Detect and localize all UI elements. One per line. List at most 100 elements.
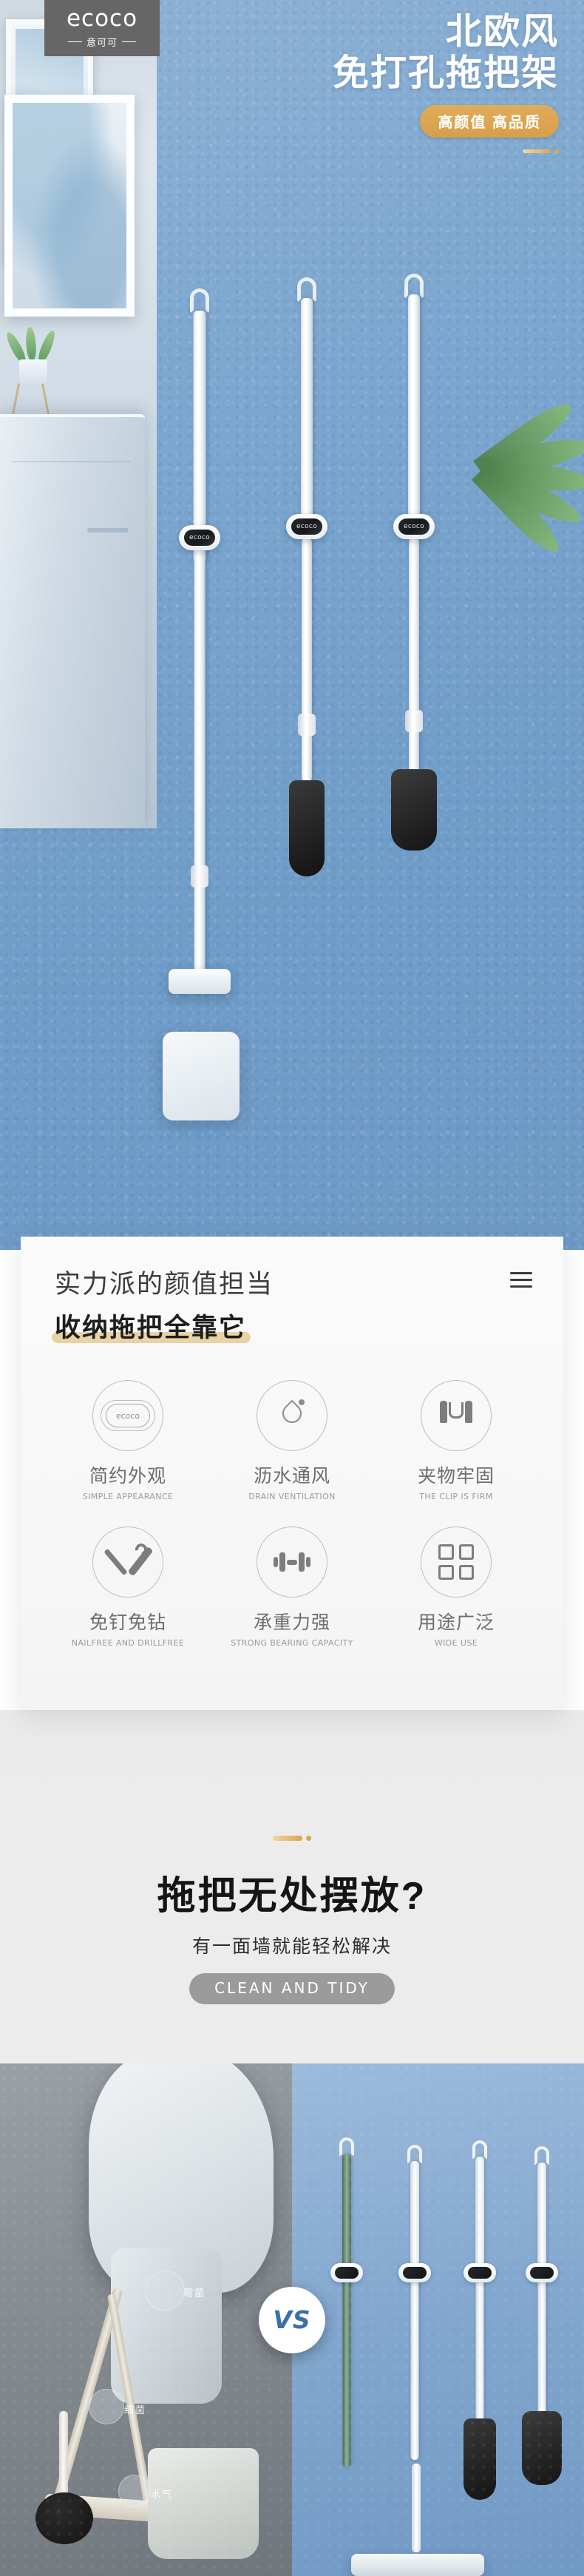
vs-badge: VS (259, 2286, 325, 2353)
potted-plant-decor (4, 311, 59, 385)
product-mop-3: ecoco (370, 274, 458, 1013)
comparison-before-panel: 霉菌 细菌 水气 (0, 2063, 292, 2576)
hero-accent-dash (333, 149, 559, 154)
rack-mop-4-brush (522, 2411, 562, 2485)
hero-headline-line2: 免打孔拖把架 (332, 53, 559, 93)
wall-rack-group (311, 2137, 566, 2522)
rack-mop-4-hook (534, 2146, 549, 2166)
mop-3-clip-face: ecoco (398, 518, 429, 535)
feature-card: 实力派的颜值担当 收纳拖把全靠它 ecoco 简约外观 SIMPLE APPEA… (21, 1237, 563, 1710)
mop-2-wall-clip: ecoco (286, 514, 327, 539)
brand-logo-cn: 意可可 (86, 37, 118, 48)
mop-1-lower-pole (194, 549, 206, 978)
feature-label: 用途广泛 (417, 1612, 495, 1633)
feature-label-en: THE CLIP IS FIRM (419, 1492, 493, 1501)
grime-label-2: 细菌 (124, 2404, 147, 2416)
rack-mop-1-clip (330, 2263, 363, 2282)
old-brush (22, 2411, 118, 2544)
rack-mop-3 (458, 2137, 502, 2500)
rack-mop-4-lower (537, 2282, 546, 2423)
mop-1-flat-head (169, 969, 231, 994)
tools-icon (103, 1541, 154, 1581)
feature-label-en: STRONG BEARING CAPACITY (231, 1638, 353, 1648)
feature-icon-circle (257, 1527, 327, 1598)
mop-1-upper-pole (193, 311, 206, 562)
grime-bubble-1 (145, 2271, 185, 2310)
feature-label: 夹物牢固 (417, 1466, 495, 1487)
chip-icon-label: ecoco (115, 1410, 140, 1421)
floor-mop-decor (351, 2464, 484, 2576)
rack-mop-2-clip (398, 2263, 431, 2282)
hero-copy: 北欧风 免打孔拖把架 高颜值 高品质 (333, 13, 559, 154)
hero-section: ecoco 意可可 北欧风 免打孔拖把架 高颜值 高品质 ecoco ecoco… (0, 0, 584, 1250)
rack-mop-1-hook (339, 2137, 354, 2157)
grime-label-3: 水气 (151, 2489, 174, 2500)
mop-2-clip-label: ecoco (296, 523, 317, 530)
palm-leaf-decor (458, 396, 584, 606)
mop-3-clip-label: ecoco (404, 523, 424, 530)
feature-card-header: 实力派的颜值担当 收纳拖把全靠它 (21, 1237, 563, 1345)
feature-label-en: DRAIN VENTILATION (248, 1492, 336, 1501)
mop-2-joint (298, 714, 316, 736)
mop-1-clip-face: ecoco (184, 530, 215, 546)
dumbbell-icon (271, 1549, 313, 1575)
product-detail-page: ecoco 意可可 北欧风 免打孔拖把架 高颜值 高品质 ecoco ecoco… (0, 0, 584, 2576)
feature-label-en: NAILFREE AND DRILLFREE (71, 1638, 185, 1648)
product-mop-2: ecoco (262, 277, 351, 1017)
feature-label: 简约外观 (89, 1466, 166, 1487)
hero-badge: 高颜值 高品质 (420, 104, 559, 138)
cabinet-decor (0, 414, 145, 828)
rack-mop-3-clip (464, 2263, 496, 2282)
accent-bar (523, 149, 551, 154)
brand-logo-text: ecoco (66, 5, 138, 32)
vs-label: VS (273, 2305, 311, 2334)
old-mops-cluster (15, 2285, 237, 2566)
logo-rule-right (122, 41, 136, 43)
mop-3-upper-pole (408, 294, 420, 535)
mop-1-joint (191, 865, 208, 888)
clip-grip-icon (438, 1401, 474, 1430)
rack-mop-4-clip (526, 2263, 558, 2282)
feature-item-clip-firm: 夹物牢固 THE CLIP IS FIRM (374, 1380, 538, 1501)
product-mop-1: ecoco (155, 288, 244, 1161)
brand-logo-subtitle: 意可可 (67, 35, 136, 49)
feature-icon-circle: ecoco (92, 1380, 163, 1451)
bucket-decor (148, 2448, 259, 2559)
feature-card-title-2: 收纳拖把全靠它 (55, 1314, 247, 1342)
problem-subheading: 有一面墙就能轻松解决 (191, 1936, 392, 1957)
comparison-after-panel (292, 2063, 584, 2576)
feature-label-en: WIDE USE (434, 1638, 478, 1648)
hamburger-icon[interactable] (510, 1272, 532, 1288)
rack-mop-2-hook (407, 2145, 422, 2164)
mop-3-joint (405, 710, 423, 732)
feature-item-drain-ventilation: 沥水通风 DRAIN VENTILATION (210, 1380, 374, 1501)
rack-mop-2 (393, 2137, 437, 2485)
four-squares-icon (438, 1544, 474, 1580)
rack-mop-3-hook (472, 2140, 487, 2160)
comparison-section: 霉菌 细菌 水气 VS (0, 2063, 584, 2576)
grime-label-1: 霉菌 (183, 2288, 206, 2299)
feature-icon-circle (421, 1380, 492, 1451)
feature-label: 沥水通风 (253, 1466, 330, 1487)
feature-card-title-2-wrap: 收纳拖把全靠它 (52, 1307, 251, 1345)
problem-heading: 拖把无处摆放? (157, 1875, 427, 1918)
rack-mop-3-lower (475, 2282, 484, 2430)
water-drop-icon (278, 1399, 306, 1432)
toilet-decor (89, 2063, 274, 2293)
mop-2-clip-face: ecoco (291, 518, 322, 535)
mop-2-upper-pole (301, 298, 313, 535)
feature-item-nailfree: 免钉免钻 NAILFREE AND DRILLFREE (46, 1527, 210, 1648)
hero-left-wall (0, 0, 157, 828)
feature-card-title-1: 实力派的颜值担当 (55, 1270, 274, 1299)
feature-icon-circle (421, 1527, 492, 1598)
wall-mount-plate (163, 1032, 240, 1120)
feature-label: 承重力强 (253, 1612, 330, 1633)
grime-bubble-2 (89, 2389, 124, 2424)
clean-and-tidy-pill: CLEAN AND TIDY (189, 1973, 395, 2004)
mop-1-wall-clip: ecoco (179, 525, 220, 550)
mop-1-hook (190, 288, 209, 314)
feature-label: 免钉免钻 (89, 1612, 166, 1633)
logo-rule-left (67, 41, 82, 43)
feature-item-bearing-capacity: 承重力强 STRONG BEARING CAPACITY (210, 1527, 374, 1648)
rack-mop-1 (325, 2137, 369, 2485)
